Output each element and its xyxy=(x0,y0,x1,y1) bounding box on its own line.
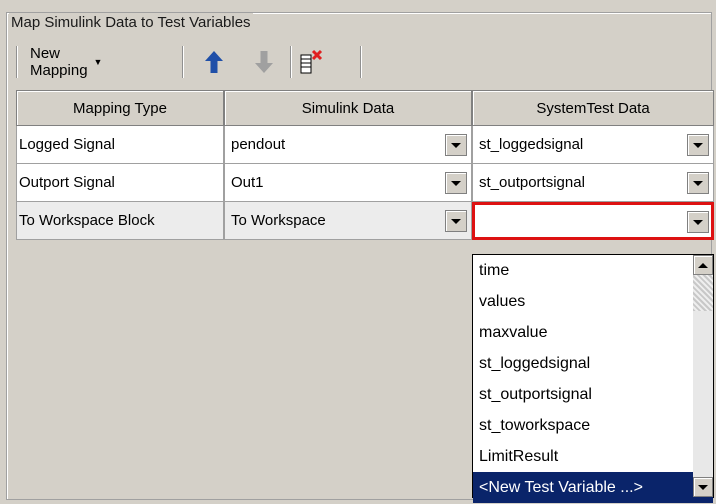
chevron-down-icon[interactable] xyxy=(687,134,709,156)
dropdown-option[interactable]: maxvalue xyxy=(473,317,713,348)
chevron-down-icon[interactable] xyxy=(687,172,709,194)
toolbar-separator xyxy=(290,46,292,78)
systemtest-data-combo[interactable]: st_loggedsignal xyxy=(472,126,714,164)
column-header-simulink-data[interactable]: Simulink Data xyxy=(224,90,472,126)
column-header-mapping-type[interactable]: Mapping Type xyxy=(16,90,224,126)
chevron-down-icon: ▼ xyxy=(93,57,103,67)
toolbar-separator xyxy=(182,46,184,78)
scroll-thumb[interactable] xyxy=(693,275,713,311)
delete-mapping-icon xyxy=(300,49,323,74)
systemtest-data-combo[interactable]: st_outportsignal xyxy=(472,164,714,202)
move-up-icon xyxy=(205,51,223,73)
delete-mapping-button[interactable] xyxy=(298,44,326,80)
systemtest-data-combo-active[interactable] xyxy=(472,202,714,240)
chevron-down-icon[interactable] xyxy=(445,134,467,156)
column-header-systemtest-data[interactable]: SystemTest Data xyxy=(472,90,714,126)
dropdown-option[interactable]: st_loggedsignal xyxy=(473,348,713,379)
systemtest-dropdown-list[interactable]: time values maxvalue st_loggedsignal st_… xyxy=(472,254,714,503)
new-mapping-label: New Mapping xyxy=(30,45,88,79)
dropdown-option-new-test-variable[interactable]: <New Test Variable ...> xyxy=(473,472,713,503)
dropdown-scrollbar[interactable] xyxy=(693,255,713,497)
groupbox-title: Map Simulink Data to Test Variables xyxy=(9,13,253,33)
table-row-mapping-type[interactable]: Outport Signal xyxy=(16,164,224,202)
new-mapping-button[interactable]: New Mapping ▼ xyxy=(30,44,102,80)
simulink-data-combo[interactable]: Out1 xyxy=(224,164,472,202)
toolbar-separator xyxy=(16,46,18,78)
dropdown-option[interactable]: st_toworkspace xyxy=(473,410,713,441)
chevron-down-icon[interactable] xyxy=(445,172,467,194)
scroll-down-icon[interactable] xyxy=(693,477,713,497)
toolbar-separator xyxy=(360,46,362,78)
move-down-icon xyxy=(255,51,273,73)
chevron-down-icon[interactable] xyxy=(687,211,709,233)
dropdown-option[interactable]: values xyxy=(473,286,713,317)
combo-value: Out1 xyxy=(231,174,264,191)
move-down-button[interactable] xyxy=(250,44,278,80)
move-up-button[interactable] xyxy=(200,44,228,80)
table-row-mapping-type[interactable]: Logged Signal xyxy=(16,126,224,164)
combo-value: st_loggedsignal xyxy=(479,136,584,153)
scroll-up-icon[interactable] xyxy=(693,255,713,275)
combo-value: To Workspace xyxy=(231,212,326,229)
dropdown-option[interactable]: time xyxy=(473,255,713,286)
combo-value: pendout xyxy=(231,136,286,153)
simulink-data-combo[interactable]: pendout xyxy=(224,126,472,164)
simulink-data-combo[interactable]: To Workspace xyxy=(224,202,472,240)
chevron-down-icon[interactable] xyxy=(445,210,467,232)
dropdown-option[interactable]: st_outportsignal xyxy=(473,379,713,410)
combo-value: st_outportsignal xyxy=(479,174,585,191)
table-row-mapping-type[interactable]: To Workspace Block xyxy=(16,202,224,240)
dropdown-option[interactable]: LimitResult xyxy=(473,441,713,472)
